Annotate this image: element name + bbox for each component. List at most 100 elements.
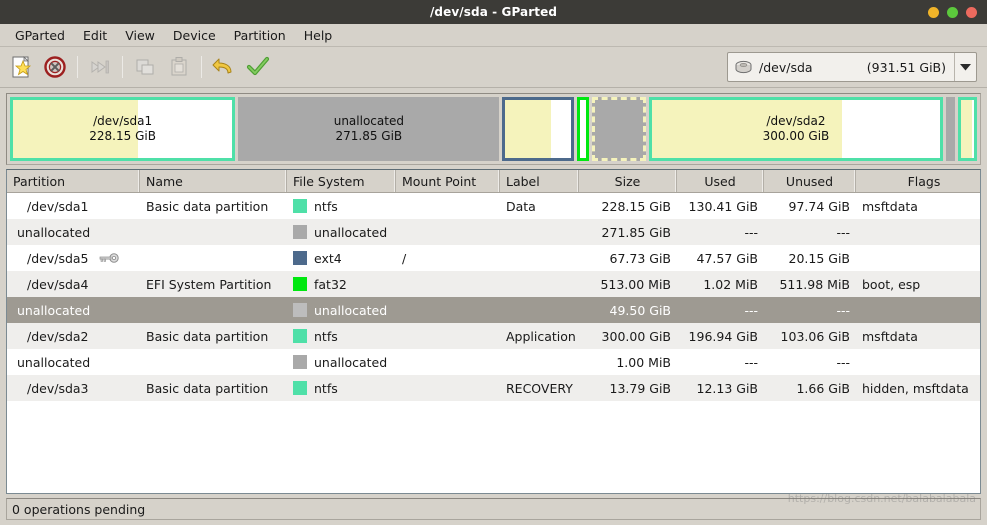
filesystem-label: unallocated	[314, 302, 388, 318]
cell-label: Application	[506, 328, 576, 344]
undo-button[interactable]	[207, 50, 241, 84]
cell-name: Basic data partition	[146, 380, 269, 396]
filesystem-color-swatch	[293, 277, 307, 291]
partition-name: /dev/sda1	[27, 198, 89, 214]
graphic-partition-devsda2[interactable]: /dev/sda2 300.00 GiB	[648, 97, 944, 161]
new-partition-button[interactable]	[4, 50, 38, 84]
column-header-name[interactable]: Name	[140, 170, 287, 192]
partition-table: Partition Name File System Mount Point Label…	[6, 169, 981, 494]
copy-icon	[136, 59, 154, 75]
cell-filesystem: ntfs	[287, 323, 396, 349]
menu-item-gparted[interactable]: GParted	[6, 26, 74, 45]
toolbar-separator-2	[122, 56, 123, 78]
cell-mount-point: /	[402, 250, 407, 266]
filesystem-color-swatch	[293, 199, 307, 213]
cell-mount-point	[396, 297, 500, 323]
cell-partition: /dev/sda2	[7, 323, 140, 349]
maximize-button[interactable]	[947, 6, 958, 18]
cell-used: ---	[744, 302, 758, 318]
filesystem-label: fat32	[314, 276, 347, 292]
graphic-partition-name: /dev/sda2	[766, 114, 826, 128]
new-partition-icon	[12, 56, 32, 78]
resize-move-button[interactable]	[83, 50, 117, 84]
cell-unused: ---	[836, 354, 850, 370]
graphic-partition-unallocated[interactable]	[946, 97, 955, 161]
column-header-used[interactable]: Used	[677, 170, 764, 192]
menu-item-edit[interactable]: Edit	[74, 26, 116, 45]
cell-unused: 97.74 GiB	[788, 198, 851, 214]
menu-item-view[interactable]: View	[116, 26, 164, 45]
menu-item-help[interactable]: Help	[295, 26, 342, 45]
cell-label	[500, 297, 579, 323]
cell-flags	[856, 219, 980, 245]
harddisk-icon	[735, 60, 752, 74]
graphic-partition-size: 300.00 GiB	[762, 129, 830, 143]
graphic-partition-unallocated[interactable]: unallocated 271.85 GiB	[238, 97, 500, 161]
minimize-button[interactable]	[928, 6, 939, 18]
table-row[interactable]: /dev/sda5 ext4 / 67.73 GiB 47.57 GiB 20.15 Gi…	[7, 245, 980, 271]
column-header-label[interactable]: Label	[500, 170, 579, 192]
column-header-mount-point[interactable]: Mount Point	[396, 170, 500, 192]
table-row[interactable]: /dev/sda1 Basic data partition ntfs Data 228…	[7, 193, 980, 219]
filesystem-label: unallocated	[314, 354, 388, 370]
cell-used: 12.13 GiB	[696, 380, 759, 396]
close-button[interactable]	[966, 6, 977, 18]
graphic-partition-devsda1[interactable]: /dev/sda1 228.15 GiB	[10, 97, 236, 161]
table-row[interactable]: /dev/sda2 Basic data partition ntfs Applica…	[7, 323, 980, 349]
cell-partition: unallocated	[7, 219, 140, 245]
paste-button[interactable]	[162, 50, 196, 84]
cell-mount-point	[396, 375, 500, 401]
chevron-down-icon[interactable]	[954, 53, 976, 81]
cell-filesystem: ntfs	[287, 193, 396, 219]
graphic-partition-devsda3[interactable]	[957, 97, 977, 161]
menu-item-partition[interactable]: Partition	[225, 26, 295, 45]
cell-unused: 1.66 GiB	[796, 380, 850, 396]
apply-button[interactable]	[241, 50, 275, 84]
cell-unused: 511.98 MiB	[779, 276, 850, 292]
device-selector[interactable]: /dev/sda (931.51 GiB)	[727, 52, 977, 82]
menu-bar: GParted Edit View Device Partition Help	[0, 24, 987, 47]
table-row[interactable]: unallocated unallocated 1.00 MiB --- ---	[7, 349, 980, 375]
undo-icon	[212, 58, 232, 74]
cell-size: 271.85 GiB	[601, 224, 671, 240]
paste-icon	[171, 57, 187, 76]
column-header-partition[interactable]: Partition	[7, 170, 140, 192]
status-bar: 0 operations pending https://blog.csdn.n…	[6, 492, 981, 520]
cell-flags	[856, 297, 980, 323]
gparted-window: /dev/sda - GParted GParted Edit View Dev…	[0, 0, 987, 525]
column-header-unused[interactable]: Unused	[764, 170, 856, 192]
cell-size: 513.00 MiB	[600, 276, 671, 292]
copy-button[interactable]	[128, 50, 162, 84]
table-row[interactable]: /dev/sda4 EFI System Partition fat32 513.00…	[7, 271, 980, 297]
delete-partition-button[interactable]	[38, 50, 72, 84]
cell-filesystem: unallocated	[287, 297, 396, 323]
cell-partition: /dev/sda3	[7, 375, 140, 401]
device-size: (931.51 GiB)	[866, 59, 946, 75]
cell-size: 228.15 GiB	[601, 198, 671, 214]
cell-name: Basic data partition	[146, 328, 269, 344]
filesystem-label: ntfs	[314, 198, 338, 214]
graphic-partition-devsda5[interactable]	[502, 97, 574, 161]
partition-name: /dev/sda5	[27, 250, 89, 266]
cell-flags: boot, esp	[862, 276, 921, 292]
cell-label: RECOVERY	[506, 380, 573, 396]
cell-name	[140, 297, 287, 323]
graphic-partition-unallocated-selected[interactable]	[592, 97, 646, 161]
cell-filesystem: ext4	[287, 245, 396, 271]
cell-mount-point	[396, 349, 500, 375]
column-header-file-system[interactable]: File System	[287, 170, 396, 192]
cell-used: ---	[744, 224, 758, 240]
cell-label	[500, 219, 579, 245]
column-header-size[interactable]: Size	[579, 170, 677, 192]
cell-used: 47.57 GiB	[696, 250, 759, 266]
cell-name: EFI System Partition	[146, 276, 272, 292]
column-header-flags[interactable]: Flags	[856, 170, 980, 192]
table-row[interactable]: unallocated unallocated 271.85 GiB --- ---	[7, 219, 980, 245]
menu-item-device[interactable]: Device	[164, 26, 225, 45]
table-row[interactable]: /dev/sda3 Basic data partition ntfs RECOVER…	[7, 375, 980, 401]
table-row[interactable]: unallocated unallocated 49.50 GiB --- ---	[7, 297, 980, 323]
graphic-partition-label: unallocated 271.85 GiB	[334, 114, 404, 144]
graphic-partition-name: unallocated	[333, 114, 404, 128]
cell-mount-point	[396, 271, 500, 297]
graphic-partition-devsda4[interactable]	[576, 97, 590, 161]
